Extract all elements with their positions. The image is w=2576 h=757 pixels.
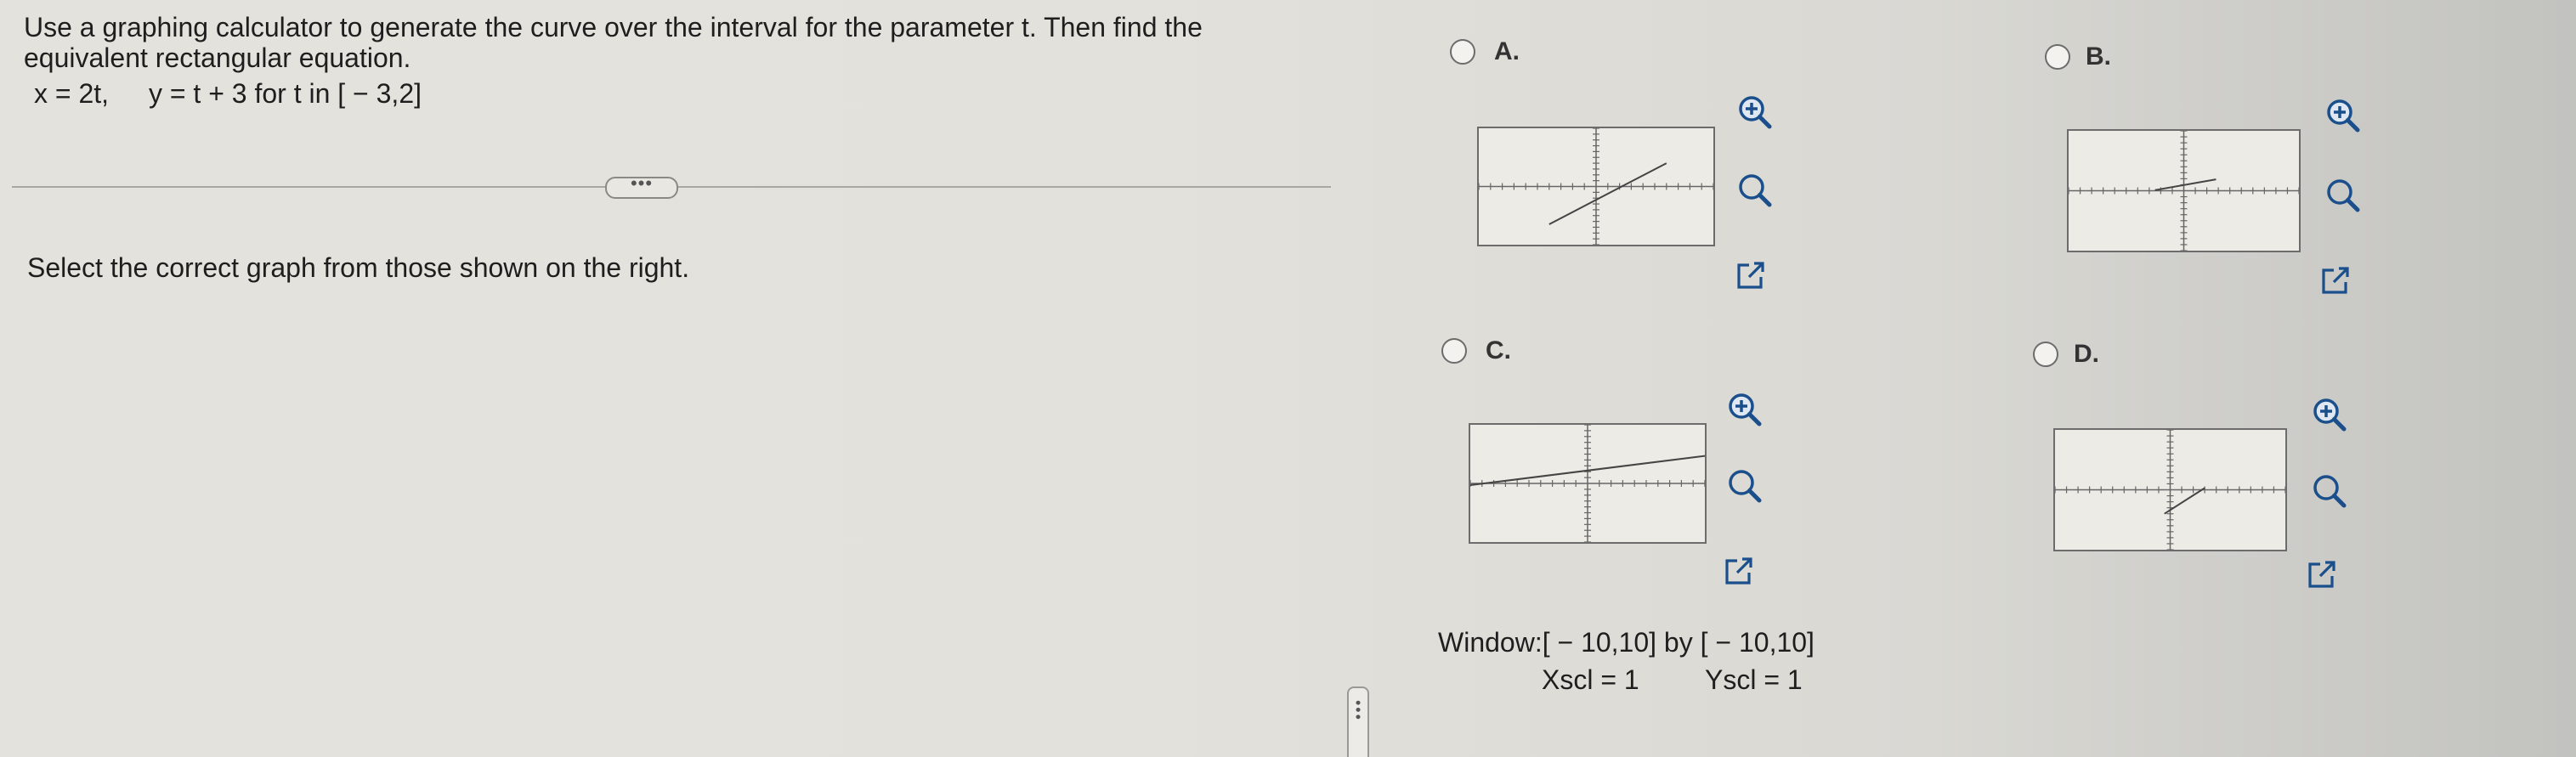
graph-canvas xyxy=(2069,131,2299,251)
option-b-open-new-window-icon[interactable] xyxy=(2315,260,2356,301)
option-c-radio[interactable] xyxy=(1441,338,1467,364)
option-d-zoom-out-icon[interactable] xyxy=(2308,471,2349,511)
graph-canvas xyxy=(1479,128,1713,245)
instruction-text: Select the correct graph from those show… xyxy=(27,252,690,283)
graph-canvas xyxy=(2055,430,2285,550)
option-d-zoom-in-icon[interactable] xyxy=(2308,394,2349,435)
option-a-zoom-in-icon[interactable] xyxy=(1734,92,1775,133)
option-c-graph[interactable] xyxy=(1469,423,1707,544)
xscl-label: Xscl = 1 xyxy=(1542,664,1639,695)
option-c-open-new-window-icon[interactable] xyxy=(1718,551,1759,591)
expand-more-button[interactable]: ••• xyxy=(605,174,678,199)
option-d-open-new-window-icon[interactable] xyxy=(2301,554,2342,595)
option-a-radio[interactable] xyxy=(1450,39,1475,65)
option-a-graph[interactable] xyxy=(1477,127,1715,246)
option-d-label: D. xyxy=(2074,340,2099,368)
option-d-graph[interactable] xyxy=(2053,428,2287,551)
option-a-label: A. xyxy=(1494,37,1520,65)
window-settings: Window:[ − 10,10] by [ − 10,10] xyxy=(1438,627,1815,658)
question-line-1: Use a graphing calculator to generate th… xyxy=(24,12,1203,42)
y-equation: y = t + 3 for t in [ − 3,2] xyxy=(148,78,422,109)
panel-resize-handle[interactable]: ••• xyxy=(1347,686,1369,757)
question-text: Use a graphing calculator to generate th… xyxy=(24,12,1333,73)
parametric-equations: x = 2t, y = t + 3 for t in [ − 3,2] xyxy=(34,78,454,110)
option-c-label: C. xyxy=(1486,336,1511,364)
graph-canvas xyxy=(1470,425,1705,542)
option-d-radio[interactable] xyxy=(2033,342,2058,367)
yscl-label: Yscl = 1 xyxy=(1705,664,1803,695)
option-a-zoom-out-icon[interactable] xyxy=(1734,170,1775,211)
option-b-label: B. xyxy=(2086,42,2111,71)
option-b-zoom-out-icon[interactable] xyxy=(2322,175,2363,216)
x-equation: x = 2t, xyxy=(34,78,110,109)
option-b-radio[interactable] xyxy=(2045,44,2070,70)
option-c-zoom-out-icon[interactable] xyxy=(1724,466,1764,506)
option-b-zoom-in-icon[interactable] xyxy=(2322,95,2363,136)
question-line-2: equivalent rectangular equation. xyxy=(24,42,411,73)
option-a-open-new-window-icon[interactable] xyxy=(1730,255,1771,296)
resize-dots-icon: ••• xyxy=(1350,700,1367,721)
option-c-zoom-in-icon[interactable] xyxy=(1724,389,1764,430)
curve-segment xyxy=(1548,162,1667,225)
option-b-graph[interactable] xyxy=(2067,129,2301,252)
